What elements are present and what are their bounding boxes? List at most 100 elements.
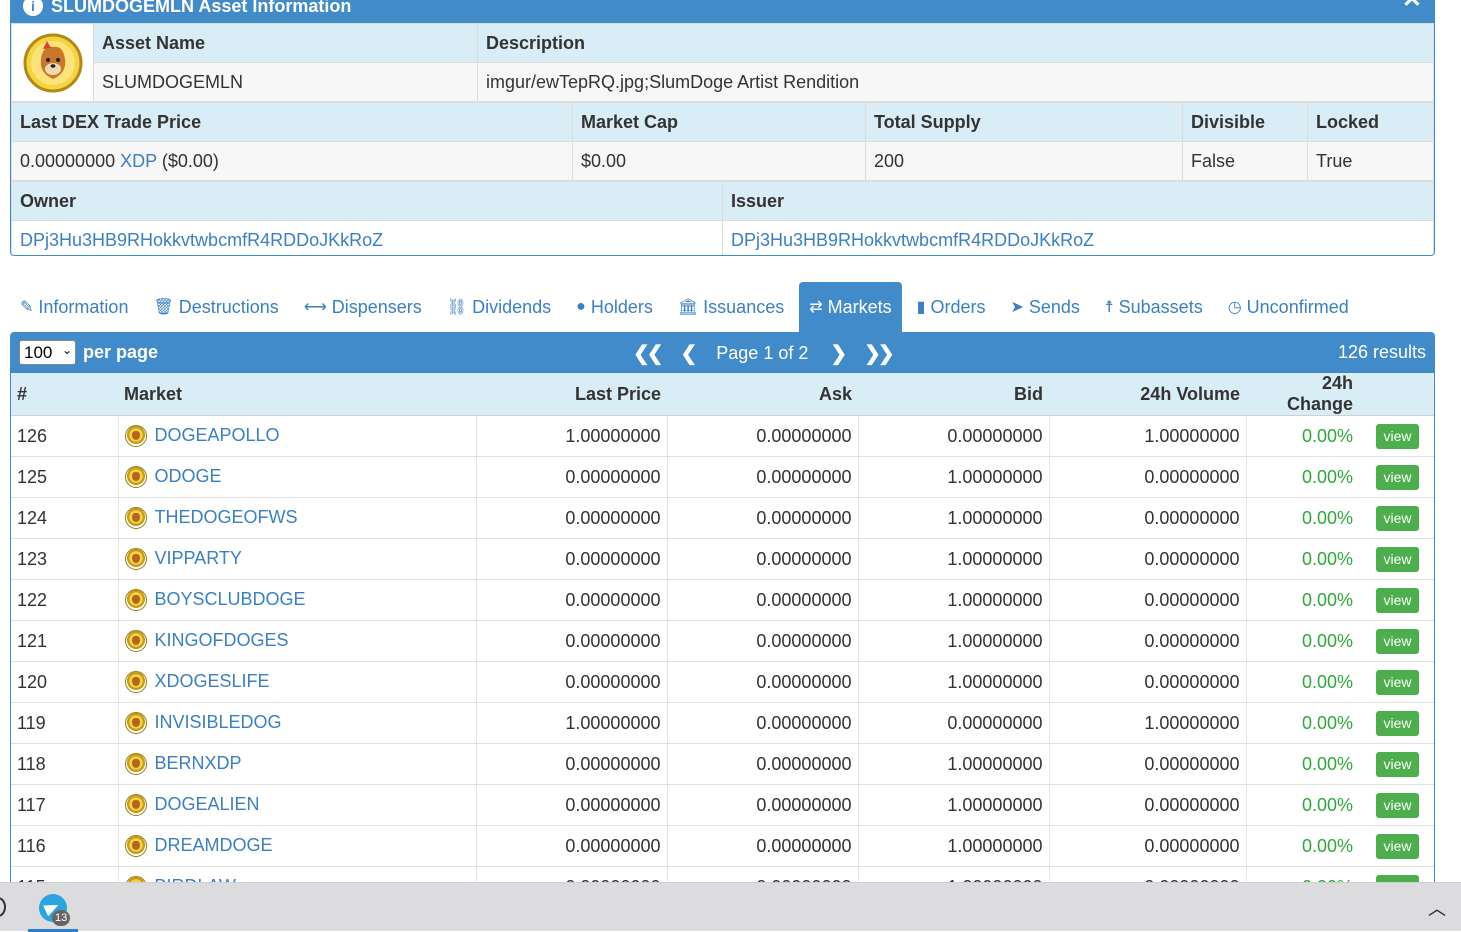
view-button[interactable]: view [1376,505,1419,531]
market-cell: BOYSCLUBDOGE [118,579,477,621]
owner-address-link[interactable]: DPj3Hu3HB9RHokkvtwbcmfR4RDDoJKkRoZ [20,230,383,250]
table-row: 125 ODOGE 0.00000000 0.00000000 1.00000000 0.… [11,456,1434,498]
view-button[interactable]: view [1376,628,1419,654]
xdp-link[interactable]: XDP [120,151,157,171]
tab-orders[interactable]: ▮ Orders [907,282,996,332]
ask-cell: 0.00000000 [667,743,859,785]
last-price-usd: ($0.00) [161,150,219,171]
market-link[interactable]: ODOGE [155,466,222,486]
market-link[interactable]: BOYSCLUBDOGE [155,589,306,609]
volume-cell: 0.00000000 [1049,825,1247,867]
clock-icon: ◷ [1227,299,1242,316]
row-number: 122 [11,579,119,621]
next-page-icon[interactable]: ❯ [830,341,847,366]
markets-panel: 100 ⌄ per page ❮❮ ❮ Page 1 of 2 ❯ ❯❯ 126… [10,332,1435,892]
market-link[interactable]: DOGEAPOLLO [155,425,280,445]
market-link[interactable]: INVISIBLEDOG [155,712,282,732]
markets-table-body: 126 DOGEAPOLLO 1.00000000 0.00000000 0.00000… [11,415,1434,891]
action-cell: view [1359,620,1434,662]
results-count: 126 results [1337,342,1426,362]
tab-label: Destructions [178,296,279,317]
row-number: 116 [11,825,119,867]
volume-cell: 0.00000000 [1049,620,1247,662]
tab-information[interactable]: ✎ Information [10,282,138,332]
action-cell: view [1359,743,1434,785]
bid-cell: 1.00000000 [858,456,1050,498]
total-supply-value: 200 [865,141,1183,181]
ask-cell: 0.00000000 [667,456,859,498]
row-number: 123 [11,538,119,580]
exchange-icon: ⇄ [809,299,823,316]
action-cell: view [1359,415,1434,457]
arrows-h-icon: ⟷ [303,299,327,316]
tab-destructions[interactable]: 🗑︎ Destructions [143,282,288,332]
asset-coin-icon [124,712,147,735]
bank-icon: 🏛︎ [677,299,699,316]
ask-cell: 0.00000000 [667,661,859,703]
volume-cell: 0.00000000 [1049,743,1247,785]
tab-holders[interactable]: ● Holders [566,282,663,332]
volume-cell: 1.00000000 [1049,415,1247,457]
market-cell: DOGEAPOLLO [118,415,477,457]
locked-value: True [1307,141,1434,181]
asset-logo-cell [11,23,94,102]
bid-cell: 1.00000000 [858,784,1050,826]
description-label: Description [477,23,1434,63]
tab-dividends[interactable]: ⛓︎ Dividends [437,282,561,332]
issuer-address-link[interactable]: DPj3Hu3HB9RHokkvtwbcmfR4RDDoJKkRoZ [731,230,1094,250]
volume-cell: 0.00000000 [1049,497,1247,539]
view-button[interactable]: view [1376,792,1419,818]
view-button[interactable]: view [1376,710,1419,736]
tab-issuances[interactable]: 🏛︎ Issuances [668,282,794,332]
sitemap-icon: ⛓︎ [446,299,468,316]
prev-page-icon[interactable]: ❮ [681,341,698,366]
view-button[interactable]: view [1376,464,1419,490]
market-link[interactable]: DREAMDOGE [155,835,273,855]
market-link[interactable]: BERNXDP [155,753,242,773]
asset-coin-icon [124,630,147,653]
change-cell: 0.00% [1246,620,1359,662]
volume-cell: 0.00000000 [1049,784,1247,826]
last-page-icon[interactable]: ❯❯ [864,341,894,366]
asset-coin-icon [124,507,147,530]
market-cell: BERNXDP [118,743,477,785]
market-link[interactable]: DOGEALIEN [155,794,260,814]
tab-subassets[interactable]: ☨ Subassets [1095,282,1213,332]
tab-sends[interactable]: ➤ Sends [1000,282,1089,332]
market-link[interactable]: XDOGESLIFE [155,671,270,691]
asset-coin-icon [124,835,147,858]
col-header-action [1359,373,1434,416]
tab-label: Unconfirmed [1246,296,1349,317]
view-button[interactable]: view [1376,587,1419,613]
table-row: 116 DREAMDOGE 0.00000000 0.00000000 1.000000… [11,825,1434,867]
markets-toolbar: 100 ⌄ per page ❮❮ ❮ Page 1 of 2 ❯ ❯❯ 126… [11,333,1434,373]
partial-app-icon[interactable] [0,897,6,917]
tab-unconfirmed[interactable]: ◷ Unconfirmed [1218,282,1359,332]
per-page-select[interactable]: 100 ⌄ [19,340,76,365]
market-link[interactable]: VIPPARTY [155,548,242,568]
action-cell: view [1359,456,1434,498]
ask-cell: 0.00000000 [667,415,859,457]
volume-cell: 0.00000000 [1049,456,1247,498]
description-value: imgur/ewTepRQ.jpg;SlumDoge Artist Rendit… [477,62,1434,102]
first-page-icon[interactable]: ❮❮ [633,341,663,366]
last-price-cell: 0.00000000 [476,497,668,539]
market-link[interactable]: KINGOFDOGES [155,630,289,650]
view-button[interactable]: view [1376,751,1419,777]
change-cell: 0.00% [1246,538,1359,580]
market-link[interactable]: THEDOGEOFWS [155,507,298,527]
view-button[interactable]: view [1376,423,1419,449]
panel-header: i SLUMDOGEMLN Asset Information ✕ [11,0,1434,23]
view-button[interactable]: view [1376,546,1419,572]
owner-label: Owner [11,181,723,221]
market-cell: INVISIBLEDOG [118,702,477,744]
chevron-up-icon[interactable]: ︿ [1428,895,1446,921]
change-cell: 0.00% [1246,415,1359,457]
row-number: 121 [11,620,119,662]
ask-cell: 0.00000000 [667,784,859,826]
tab-markets[interactable]: ⇄ Markets [799,282,902,332]
close-icon[interactable]: ✕ [1402,0,1422,12]
view-button[interactable]: view [1376,669,1419,695]
tab-dispensers[interactable]: ⟷ Dispensers [294,282,432,332]
view-button[interactable]: view [1376,833,1419,859]
